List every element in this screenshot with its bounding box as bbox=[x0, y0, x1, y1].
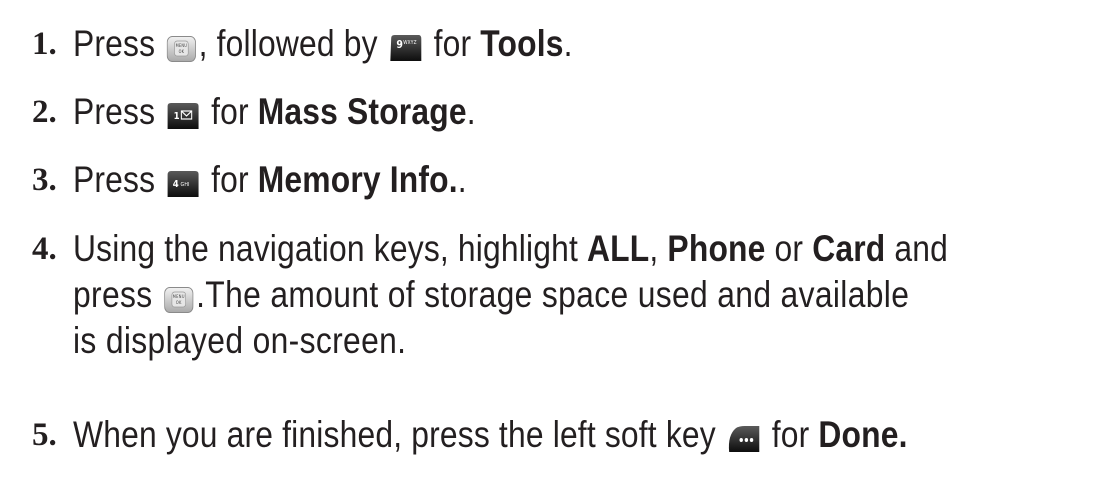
menu-item-name: Done. bbox=[818, 414, 908, 455]
svg-text:MENU: MENU bbox=[173, 294, 185, 299]
menu-ok-key-icon: MENU OK bbox=[166, 36, 197, 62]
key-4-ghi-icon: 4 GHI bbox=[167, 170, 200, 198]
step-text: Press 4 GHI for Memory Info.. bbox=[73, 159, 467, 200]
step-text: Press 1 for Mass Storage. bbox=[73, 91, 476, 132]
menu-item-name: Tools bbox=[480, 23, 564, 64]
svg-text:1: 1 bbox=[174, 110, 180, 122]
svg-text:MENU: MENU bbox=[176, 43, 187, 48]
step-number: 3. bbox=[32, 162, 57, 198]
svg-text:GHI: GHI bbox=[181, 182, 190, 188]
step-number: 2. bbox=[32, 94, 57, 130]
step-number: 5. bbox=[32, 417, 57, 453]
step-text: When you are finished, press the left so… bbox=[73, 414, 908, 455]
menu-ok-key-icon: MENU OK bbox=[164, 287, 194, 313]
instruction-page: { "steps": [ { "number": "1.", "parts": … bbox=[0, 0, 1099, 484]
svg-text:4: 4 bbox=[173, 178, 179, 190]
left-soft-key-icon bbox=[727, 425, 760, 453]
menu-item-name: Mass Storage bbox=[257, 91, 467, 132]
menu-item-name: Memory Info. bbox=[257, 159, 458, 200]
svg-text:OK: OK bbox=[176, 300, 182, 305]
step-text: Press MENU OK, followed by 9 WXYZ for Tool… bbox=[73, 23, 573, 64]
option-all: ALL bbox=[587, 228, 650, 269]
key-1-mail-icon: 1 bbox=[167, 102, 200, 130]
step-number: 1. bbox=[32, 26, 57, 62]
option-phone: Phone bbox=[667, 228, 766, 269]
key-9-wxyz-icon: 9 WXYZ bbox=[389, 34, 422, 62]
option-card: Card bbox=[812, 228, 886, 269]
step-number: 4. bbox=[32, 231, 57, 267]
svg-text:9: 9 bbox=[396, 38, 403, 51]
step-text: Using the navigation keys, highlight ALL… bbox=[73, 228, 949, 361]
svg-text:OK: OK bbox=[179, 49, 185, 54]
svg-text:WXYZ: WXYZ bbox=[403, 40, 416, 46]
